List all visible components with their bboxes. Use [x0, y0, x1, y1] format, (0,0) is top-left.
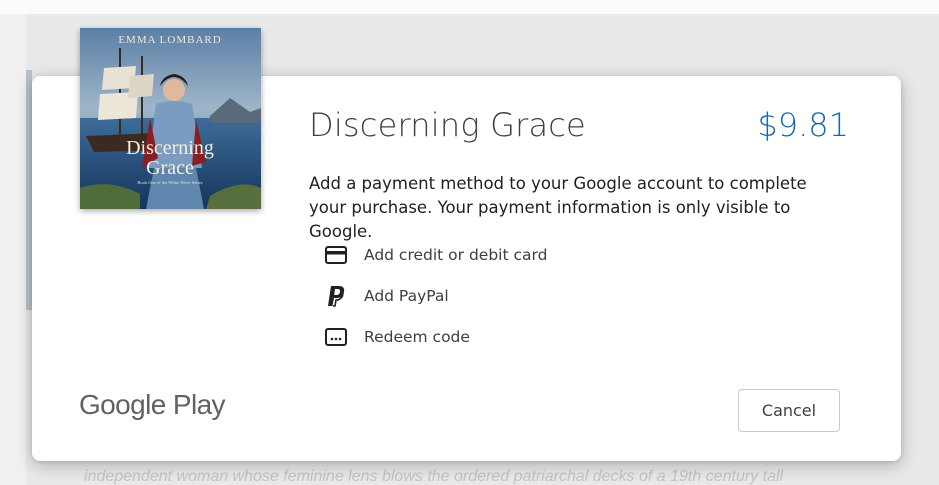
cover-title-line2: Grace — [146, 157, 194, 179]
add-paypal-option[interactable]: Add PayPal — [325, 285, 449, 307]
add-card-label: Add credit or debit card — [364, 246, 548, 264]
book-cover: EMMA LOMBARD Discerning Grace Book One o… — [80, 28, 261, 209]
google-play-logo: Google Play — [79, 389, 226, 420]
cancel-button[interactable]: Cancel — [738, 389, 840, 432]
cover-title-line1: Discerning — [126, 137, 214, 159]
page-top-bar — [0, 0, 939, 14]
add-paypal-label: Add PayPal — [364, 287, 449, 305]
redeem-code-option[interactable]: Redeem code — [325, 326, 470, 348]
book-title: Discerning Grace — [309, 106, 586, 144]
redeem-code-label: Redeem code — [364, 328, 470, 346]
add-card-option[interactable]: Add credit or debit card — [325, 244, 547, 266]
background-description: independent woman whose feminine lens bl… — [84, 468, 784, 485]
credit-card-icon — [325, 244, 347, 266]
cover-author: EMMA LOMBARD — [118, 34, 221, 46]
cover-series: Book One of the White Wave Series — [137, 180, 202, 185]
paypal-icon — [325, 285, 347, 307]
payment-message: Add a payment method to your Google acco… — [309, 174, 807, 241]
redeem-code-icon — [325, 326, 347, 348]
book-price: $9.81 — [757, 106, 849, 144]
